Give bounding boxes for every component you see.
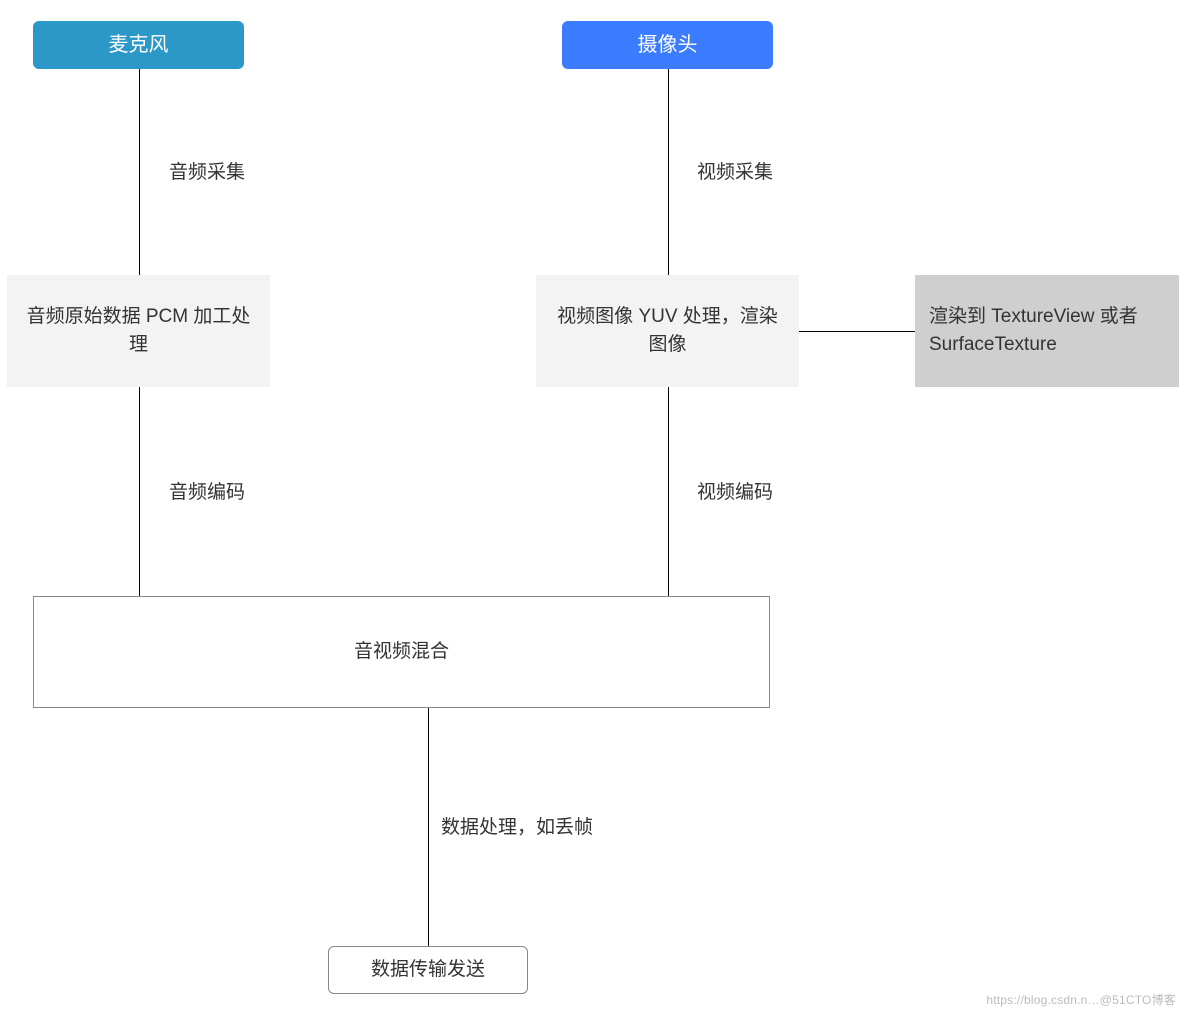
label-video-capture: 视频采集 <box>697 157 773 184</box>
node-audio-pcm: 音频原始数据 PCM 加工处理 <box>7 275 270 387</box>
node-data-send: 数据传输发送 <box>328 946 528 994</box>
label-audio-capture: 音频采集 <box>169 157 245 184</box>
node-render-target: 渲染到 TextureView 或者 SurfaceTexture <box>915 275 1179 387</box>
line-camera-to-yuv <box>668 69 669 275</box>
node-camera: 摄像头 <box>562 21 773 69</box>
line-yuv-to-render <box>799 331 915 332</box>
node-video-yuv: 视频图像 YUV 处理，渲染图像 <box>536 275 799 387</box>
node-av-mux: 音视频混合 <box>33 596 770 708</box>
node-microphone: 麦克风 <box>33 21 244 69</box>
line-pcm-to-mux <box>139 387 140 596</box>
line-yuv-to-mux <box>668 387 669 596</box>
label-data-process: 数据处理，如丢帧 <box>441 812 593 839</box>
label-audio-encode: 音频编码 <box>169 477 245 504</box>
watermark: https://blog.csdn.n…@51CTO博客 <box>986 991 1176 1008</box>
line-mux-to-send <box>428 708 429 946</box>
label-video-encode: 视频编码 <box>697 477 773 504</box>
line-mic-to-pcm <box>139 69 140 275</box>
